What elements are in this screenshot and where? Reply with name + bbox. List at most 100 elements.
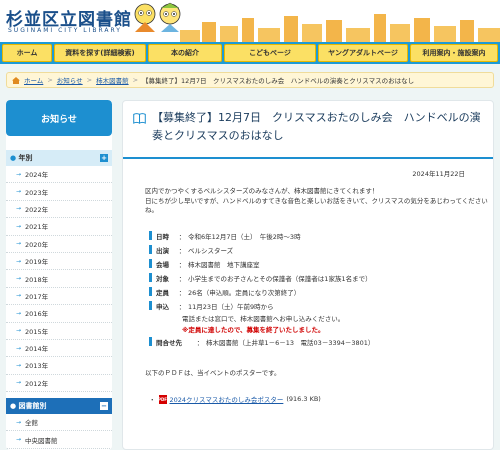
nav-kids[interactable]: こどもページ xyxy=(224,44,316,62)
sidebar-item-year[interactable]: → 2012年 xyxy=(6,375,112,393)
nav-guide[interactable]: 利用案内・施設案内 xyxy=(410,44,498,62)
sidebar-group-label: 図書館別 xyxy=(18,402,47,411)
circle-arrow-icon: ● xyxy=(10,402,17,411)
info-colon: ： xyxy=(178,303,186,311)
info-row: 申込 ： 11月23日（土）午前9時から xyxy=(149,301,479,311)
pdf-link[interactable]: 2024クリスマスおたのしみ会ポスター xyxy=(170,394,284,404)
nav-search[interactable]: 資料を探す(詳細検索) xyxy=(54,44,146,62)
sidebar-item-year[interactable]: → 2021年 xyxy=(6,218,112,236)
sidebar-year-list: → 2024年 → 2023年 → 2022年 → 2021年 → 2020年 → 2019年 → 201… xyxy=(6,166,112,393)
nav-home[interactable]: ホーム xyxy=(2,44,52,62)
arrow-right-icon: → xyxy=(16,257,22,265)
sidebar-item-branch[interactable]: → 全館 xyxy=(6,414,112,432)
sidebar-item-label: 2019年 xyxy=(25,258,49,267)
info-value: ベルシスターズ xyxy=(188,247,234,255)
sidebar-item-label: 2013年 xyxy=(25,362,49,371)
intro-line: 区内でかつやくするベルシスターズのみなさんが、柿木図書館にきてくれます！ xyxy=(145,187,379,195)
sidebar-item-label: 2021年 xyxy=(25,223,49,232)
breadcrumb-separator: > xyxy=(47,76,53,84)
sidebar-item-year[interactable]: → 2018年 xyxy=(6,270,112,288)
arrow-right-icon: → xyxy=(16,240,22,248)
sidebar-group-label: 年別 xyxy=(18,154,33,162)
info-value: 柿木図書館（上井草1－6－13 電話03－3394－3801） xyxy=(206,339,375,347)
arrow-right-icon: → xyxy=(16,379,22,387)
sidebar-item-year[interactable]: → 2017年 xyxy=(6,288,112,306)
nav-book-intro[interactable]: 本の紹介 xyxy=(148,44,222,62)
breadcrumb-separator: > xyxy=(86,76,93,84)
info-row: 対象 ：小学生までのお子さんとその保護者（保護者は1家族1名まで） xyxy=(149,273,479,283)
row-marker xyxy=(149,337,152,346)
info-value: 柿木図書館 地下講座室 xyxy=(188,261,260,269)
sidebar-item-year[interactable]: → 2019年 xyxy=(6,253,112,271)
pdf-icon: PDF xyxy=(158,394,167,404)
sidebar-item-year[interactable]: → 2024年 xyxy=(6,166,112,184)
sidebar-item-label: 2012年 xyxy=(25,379,49,388)
sidebar-group-year[interactable]: ● 年別 + xyxy=(6,150,112,166)
breadcrumb-branch[interactable]: 柿木図書館 xyxy=(96,75,129,85)
nav-young-adult[interactable]: ヤングアダルトページ xyxy=(318,44,408,62)
info-colon: ： xyxy=(178,275,186,283)
sidebar-branch-list: → 全館 → 中央図書館 xyxy=(6,414,112,449)
info-row: 日時 ：令和6年12月7日（土） 午後2時～3時 xyxy=(149,231,479,241)
town-skyline-icon xyxy=(180,14,500,42)
sidebar: お知らせ ● 年別 + → 2024年 → 2023年 → 2022年 → 2021年 → 202… xyxy=(6,100,112,450)
arrow-right-icon: → xyxy=(16,188,22,196)
breadcrumb-current: 【募集終了】12月7日 クリスマスおたのしみ会 ハンドベルの演奏とクリスマスのお… xyxy=(142,77,415,85)
sidebar-item-year[interactable]: → 2013年 xyxy=(6,357,112,375)
info-label: 会場 xyxy=(156,261,169,269)
sidebar-item-year[interactable]: → 2020年 xyxy=(6,236,112,253)
breadcrumb-separator: > xyxy=(132,76,139,84)
home-icon xyxy=(12,76,20,84)
row-marker xyxy=(149,231,152,240)
arrow-right-icon: → xyxy=(16,418,22,426)
sidebar-item-year[interactable]: → 2022年 xyxy=(6,201,112,219)
pdf-size: (916.3 KB) xyxy=(286,395,321,403)
info-colon: ： xyxy=(178,247,186,255)
row-marker xyxy=(149,245,152,254)
arrow-right-icon: → xyxy=(16,327,22,335)
sidebar-item-label: 中央図書館 xyxy=(25,436,58,445)
circle-arrow-icon: ● xyxy=(10,154,17,162)
sidebar-item-year[interactable]: → 2015年 xyxy=(6,323,112,340)
sidebar-item-label: 2015年 xyxy=(25,327,49,336)
sidebar-item-year[interactable]: → 2016年 xyxy=(6,305,112,323)
info-row: 会場 ：柿木図書館 地下講座室 xyxy=(149,259,479,269)
breadcrumb-news[interactable]: お知らせ xyxy=(57,75,83,85)
row-marker xyxy=(149,287,152,296)
apply-note: 電話または窓口で、柿木図書館へお申し込みください。 xyxy=(182,315,345,323)
sidebar-item-label: 2017年 xyxy=(25,292,49,301)
pdf-attachment: ・ PDF 2024クリスマスおたのしみ会ポスター (916.3 KB) xyxy=(149,394,321,404)
intro-line: ね。 xyxy=(145,206,158,214)
info-colon: ： xyxy=(178,261,186,269)
intro-line: 日にちが少し早いですが、ハンドベルのすてきな音色と楽しいお話をきいて、クリスマス… xyxy=(145,196,488,205)
sidebar-item-year[interactable]: → 2023年 xyxy=(6,183,112,201)
sidebar-item-label: 2018年 xyxy=(25,275,49,284)
arrow-right-icon: → xyxy=(16,170,22,178)
info-value: 小学生までのお子さんとその保護者（保護者は1家族1名まで） xyxy=(188,275,372,283)
event-info-rows: 日時：令和6年12月7日（土） 午後2時～3時 出演：ベルシスターズ 会場：柿木図書… xyxy=(149,231,479,311)
arrow-right-icon: → xyxy=(16,292,22,300)
sidebar-item-label: 2016年 xyxy=(25,310,49,319)
arrow-right-icon: → xyxy=(16,222,22,230)
sidebar-item-label: 2020年 xyxy=(25,240,49,249)
breadcrumb-home[interactable]: ホーム xyxy=(24,75,43,85)
info-label: 対象 xyxy=(156,275,169,283)
info-label: 出演 xyxy=(156,247,169,255)
sidebar-group-branch[interactable]: ● 図書館別 − xyxy=(6,398,112,415)
sidebar-item-branch[interactable]: → 中央図書館 xyxy=(6,431,112,449)
article-title: 【募集終了】12月7日 クリスマスおたのしみ会 ハンドベルの演奏とクリスマスのお… xyxy=(152,111,481,142)
collapse-icon[interactable]: − xyxy=(100,402,108,411)
site-header: 杉並区立図書館 SUGINAMI CITY LIBRARY xyxy=(0,0,500,42)
info-row-contact: 問合せ先 ： 柿木図書館（上井草1－6－13 電話03－3394－3801） xyxy=(149,337,479,347)
sidebar-item-year[interactable]: → 2014年 xyxy=(6,340,112,358)
arrow-right-icon: → xyxy=(16,275,22,283)
expand-icon[interactable]: + xyxy=(100,154,108,162)
info-label: 問合せ先 xyxy=(156,339,182,347)
info-value: 11月23日（土）午前9時から xyxy=(188,303,274,311)
arrow-right-icon: → xyxy=(16,309,22,317)
closed-notice: ※定員に達したので、募集を終了いたしました。 xyxy=(182,326,325,334)
bullet: ・ xyxy=(149,396,156,404)
info-value: 令和6年12月7日（土） 午後2時～3時 xyxy=(188,233,301,241)
arrow-right-icon: → xyxy=(16,205,22,213)
info-row: 出演 ：ベルシスターズ xyxy=(149,245,479,255)
